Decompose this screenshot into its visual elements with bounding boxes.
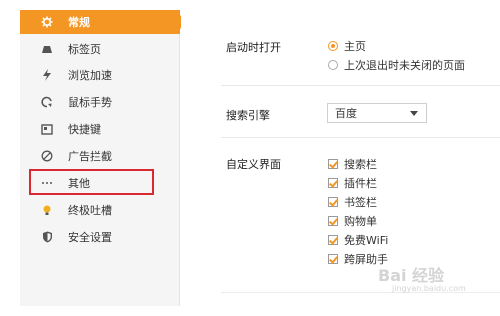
- startup-option-restore-pages[interactable]: 上次退出时未关闭的页面: [328, 57, 465, 73]
- settings-sidebar: 常规 标签页 浏览加速 鼠标手势 快捷键 广告拦截 其他 终极吐槽 安全设置: [20, 10, 187, 306]
- checkbox-label: 购物单: [344, 215, 377, 228]
- checkbox-label: 书签栏: [344, 196, 377, 209]
- startup-label: 启动时打开: [226, 41, 281, 54]
- checkbox-shopping-list[interactable]: 购物单: [328, 213, 377, 229]
- sidebar-item-label: 鼠标手势: [68, 96, 112, 109]
- tab-icon: [39, 41, 55, 57]
- startup-option-homepage[interactable]: 主页: [328, 38, 366, 54]
- feedback-icon: [39, 202, 55, 218]
- sidebar-item-label: 快捷键: [68, 123, 101, 136]
- sidebar-item-label: 浏览加速: [68, 69, 112, 82]
- gear-icon: [39, 14, 55, 30]
- watermark-logo: Bai 经验: [378, 266, 445, 285]
- sidebar-item-tabs[interactable]: 标签页: [20, 37, 180, 61]
- checkbox-checked[interactable]: [328, 197, 338, 207]
- sidebar-item-label: 终极吐槽: [68, 204, 112, 217]
- sidebar-item-label: 广告拦截: [68, 150, 112, 163]
- custom-ui-label: 自定义界面: [226, 158, 281, 171]
- checkbox-plugin-bar[interactable]: 插件栏: [328, 175, 377, 191]
- search-engine-label: 搜索引擎: [226, 109, 270, 122]
- sidebar-item-label: 安全设置: [68, 231, 112, 244]
- watermark-url: jingyan.baidu.com: [392, 284, 466, 293]
- section-divider: [221, 85, 500, 86]
- search-engine-select[interactable]: 百度: [327, 103, 427, 123]
- radio-label: 上次退出时未关闭的页面: [344, 59, 465, 72]
- checkbox-label: 搜索栏: [344, 158, 377, 171]
- shield-icon: [39, 229, 55, 245]
- checkbox-checked[interactable]: [328, 254, 338, 264]
- checkbox-checked[interactable]: [328, 235, 338, 245]
- checkbox-checked[interactable]: [328, 178, 338, 188]
- checkbox-free-wifi[interactable]: 免费WiFi: [328, 232, 388, 248]
- sidebar-item-feedback[interactable]: 终极吐槽: [20, 198, 180, 222]
- block-icon: [39, 148, 55, 164]
- highlight-box-other: [29, 169, 154, 195]
- sidebar-item-adblock[interactable]: 广告拦截: [20, 144, 180, 168]
- radio-selected[interactable]: [328, 41, 338, 51]
- sidebar-item-shortcuts[interactable]: 快捷键: [20, 117, 180, 141]
- checkbox-checked[interactable]: [328, 216, 338, 226]
- sidebar-item-label: 标签页: [68, 43, 101, 56]
- checkbox-label: 插件栏: [344, 177, 377, 190]
- checkbox-search-bar[interactable]: 搜索栏: [328, 156, 377, 172]
- chevron-down-icon: [410, 111, 418, 116]
- sidebar-item-speedup[interactable]: 浏览加速: [20, 63, 180, 87]
- radio-unselected[interactable]: [328, 60, 338, 70]
- sidebar-item-security[interactable]: 安全设置: [20, 225, 180, 249]
- checkbox-bookmark-bar[interactable]: 书签栏: [328, 194, 377, 210]
- checkbox-label: 免费WiFi: [344, 234, 389, 247]
- checkbox-checked[interactable]: [328, 159, 338, 169]
- sidebar-item-mouse-gesture[interactable]: 鼠标手势: [20, 90, 180, 114]
- mouse-gesture-icon: [39, 94, 55, 110]
- sidebar-item-label: 常规: [68, 16, 90, 29]
- radio-label: 主页: [344, 40, 366, 53]
- sidebar-item-general[interactable]: 常规: [20, 10, 187, 34]
- settings-main-panel: 启动时打开 主页 上次退出时未关闭的页面 搜索引擎 百度 自定义界面 搜索栏 插…: [181, 10, 500, 306]
- settings-window: 常规 标签页 浏览加速 鼠标手势 快捷键 广告拦截 其他 终极吐槽 安全设置 启…: [0, 0, 500, 316]
- section-divider: [221, 137, 500, 138]
- search-engine-value: 百度: [335, 107, 357, 120]
- lightning-icon: [39, 67, 55, 83]
- keyboard-icon: [39, 121, 55, 137]
